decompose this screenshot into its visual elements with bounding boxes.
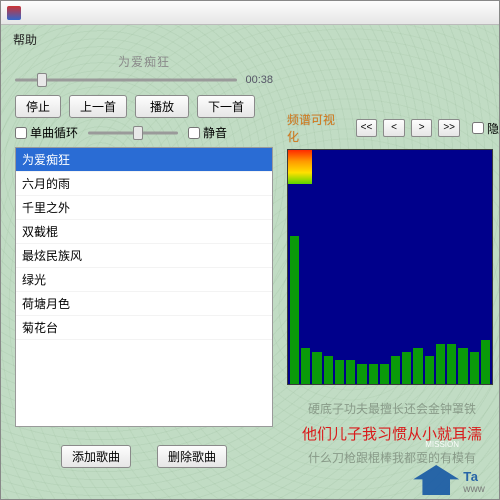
spectrum-bar (290, 236, 299, 384)
menu-bar: 帮助 (11, 29, 489, 54)
repeat-one-option[interactable]: 单曲循环 (15, 124, 78, 141)
playlist-item[interactable]: 为爱痴狂 (16, 148, 272, 172)
options-row: 单曲循环 静音 (15, 124, 273, 141)
spectrum-bar (470, 352, 479, 384)
hide-vis-option[interactable]: 隐 (472, 120, 499, 137)
java-icon (7, 6, 21, 20)
seek-track (15, 79, 237, 82)
seek-slider[interactable] (15, 73, 237, 87)
spectrum-bar (402, 352, 411, 384)
menu-help[interactable]: 帮助 (13, 33, 37, 47)
playlist[interactable]: 为爱痴狂六月的雨千里之外双截棍最炫民族风绿光荷塘月色菊花台 (15, 147, 273, 427)
playlist-item[interactable]: 菊花台 (16, 316, 272, 340)
visualizer-label: 频谱可视化 (287, 111, 346, 145)
repeat-one-checkbox[interactable] (15, 127, 27, 139)
playlist-item[interactable]: 绿光 (16, 268, 272, 292)
playlist-item[interactable]: 双截棍 (16, 220, 272, 244)
lyric-current: 他们儿子我习惯从小就耳濡 (287, 421, 497, 448)
playlist-item[interactable]: 六月的雨 (16, 172, 272, 196)
watermark-line1: Ta (463, 469, 497, 484)
seek-thumb[interactable] (37, 73, 47, 87)
spectrum-bar (391, 356, 400, 384)
spectrum-bar (369, 364, 378, 384)
stop-button[interactable]: 停止 (15, 95, 61, 118)
spectrum-bar (346, 360, 355, 384)
vis-next-button[interactable]: > (411, 119, 433, 137)
visualizer-gradient-row (288, 150, 492, 184)
playlist-item[interactable]: 千里之外 (16, 196, 272, 220)
hide-vis-checkbox[interactable] (472, 122, 484, 134)
mute-option[interactable]: 静音 (188, 124, 227, 141)
watermark-brand: MISSION (425, 440, 459, 449)
watermark-text: MISSION Ta www (463, 460, 497, 495)
spectrum-bar (481, 340, 490, 384)
spectrum-bar (335, 360, 344, 384)
volume-control (88, 126, 178, 140)
transport-controls: 停止 上一首 播放 下一首 (15, 95, 273, 118)
spectrum-bar (324, 356, 333, 384)
spectrum-bar (458, 348, 467, 384)
spectrum-bars (288, 184, 492, 384)
prev-button[interactable]: 上一首 (69, 95, 127, 118)
add-song-button[interactable]: 添加歌曲 (61, 445, 131, 468)
next-button[interactable]: 下一首 (197, 95, 255, 118)
play-button[interactable]: 播放 (135, 95, 189, 118)
now-playing-label: 为爱痴狂 (15, 53, 273, 69)
spectrum-bar (413, 348, 422, 384)
left-panel: 为爱痴狂 00:38 停止 上一首 播放 下一首 单曲循环 (15, 53, 273, 468)
playlist-item[interactable]: 荷塘月色 (16, 292, 272, 316)
gradient-strip (288, 150, 312, 184)
mute-label: 静音 (203, 124, 227, 141)
lyrics-panel: 硬底子功夫最擅长还会金钟罩铁 他们儿子我习惯从小就耳濡 什么刀枪跟棍棒我都耍的有… (287, 399, 497, 469)
playlist-item[interactable]: 最炫民族风 (16, 244, 272, 268)
spectrum-visualizer (287, 149, 493, 385)
hide-vis-label: 隐 (487, 120, 499, 137)
app-window: 帮助 为爱痴狂 00:38 停止 上一首 播放 下一首 单曲 (0, 0, 500, 500)
playlist-actions: 添加歌曲 删除歌曲 (15, 445, 273, 468)
vis-first-button[interactable]: << (356, 119, 378, 137)
spectrum-bar (447, 344, 456, 384)
spectrum-bar (312, 352, 321, 384)
lyric-prev: 硬底子功夫最擅长还会金钟罩铁 (287, 399, 497, 421)
volume-thumb[interactable] (133, 126, 143, 140)
repeat-one-label: 单曲循环 (30, 124, 78, 141)
spectrum-bar (425, 356, 434, 384)
visualizer-header: 频谱可视化 << < > >> 隐 (287, 111, 499, 145)
spectrum-bar (380, 364, 389, 384)
graduation-cap-icon (413, 465, 459, 495)
vis-prev-button[interactable]: < (383, 119, 405, 137)
client-area: 帮助 为爱痴狂 00:38 停止 上一首 播放 下一首 单曲 (1, 25, 499, 499)
right-panel: 频谱可视化 << < > >> 隐 硬底子功夫最擅长还会金钟罩铁 他们儿子我习惯… (287, 111, 499, 469)
watermark-line2: www (463, 484, 497, 495)
spectrum-bar (301, 348, 310, 384)
time-elapsed: 00:38 (245, 74, 273, 86)
watermark: MISSION Ta www (413, 460, 497, 495)
vis-last-button[interactable]: >> (438, 119, 460, 137)
mute-checkbox[interactable] (188, 127, 200, 139)
volume-slider[interactable] (88, 126, 178, 140)
spectrum-bar (357, 364, 366, 384)
seek-row: 00:38 (15, 73, 273, 87)
titlebar (1, 1, 499, 25)
delete-song-button[interactable]: 删除歌曲 (157, 445, 227, 468)
spectrum-bar (436, 344, 445, 384)
